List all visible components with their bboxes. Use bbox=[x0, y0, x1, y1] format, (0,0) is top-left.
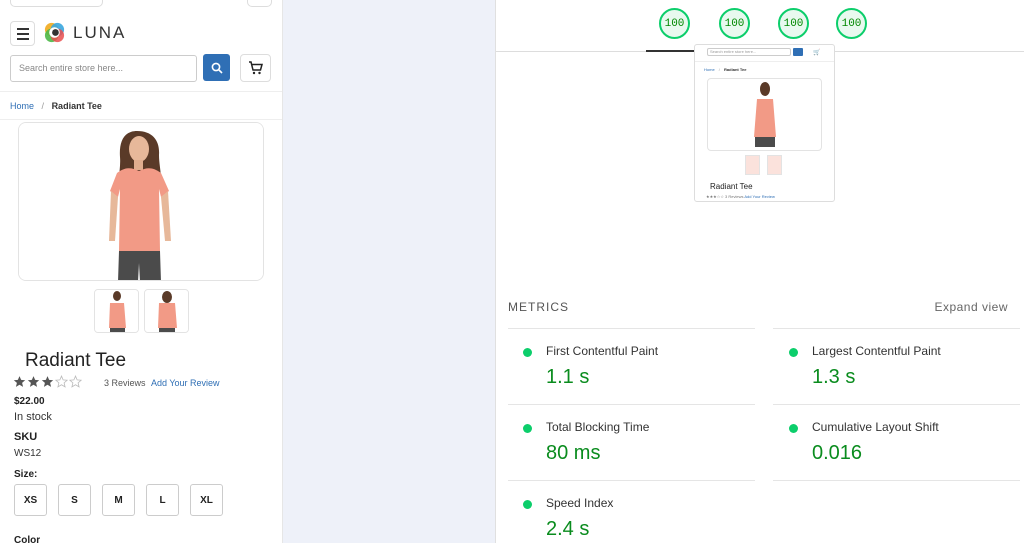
metric-value: 80 ms bbox=[546, 442, 601, 464]
header-divider bbox=[0, 91, 282, 92]
metric-divider bbox=[773, 480, 1020, 481]
lighthouse-report-panel: 100 100 100 100 Search entire store here… bbox=[495, 0, 1024, 543]
size-option-s[interactable]: S bbox=[58, 484, 91, 516]
thumb-reviews: 3 Reviews bbox=[725, 194, 744, 199]
breadcrumb: Home / Radiant Tee bbox=[10, 101, 102, 111]
thumb-thumbnail-2 bbox=[767, 155, 782, 175]
pass-status-icon bbox=[523, 500, 532, 509]
sku-value: WS12 bbox=[14, 448, 42, 459]
score-gauge-accessibility[interactable]: 100 bbox=[719, 8, 750, 39]
product-price: $22.00 bbox=[14, 396, 45, 407]
product-main-image[interactable] bbox=[18, 122, 264, 281]
size-option-l[interactable]: L bbox=[146, 484, 179, 516]
thumb-divider bbox=[695, 61, 834, 62]
thumb-product-title: Radiant Tee bbox=[710, 182, 753, 191]
thumb-add-review: Add Your Review bbox=[744, 194, 775, 199]
product-photo-woman-tee bbox=[19, 123, 263, 280]
brand-name: LUNA bbox=[73, 23, 127, 42]
thumb-product-photo bbox=[754, 82, 776, 147]
breadcrumb-current: Radiant Tee bbox=[51, 101, 102, 111]
cart-button[interactable] bbox=[240, 54, 271, 82]
thumb-breadcrumb-home: Home bbox=[704, 67, 715, 72]
thumb-photo-back bbox=[145, 290, 188, 332]
breadcrumb-home-link[interactable]: Home bbox=[10, 101, 34, 111]
size-option-xs[interactable]: XS bbox=[14, 484, 47, 516]
score-gauge-seo[interactable]: 100 bbox=[836, 8, 867, 39]
store-page-panel: LUNA Search entire store here... Home / … bbox=[0, 0, 283, 543]
final-screenshot-thumbnail[interactable]: Search entire store here... 🛒 Home / Rad… bbox=[694, 44, 835, 202]
metric-label: Cumulative Layout Shift bbox=[812, 420, 939, 434]
panel-gap bbox=[283, 0, 495, 543]
star-empty-icon bbox=[69, 375, 82, 388]
metric-divider bbox=[508, 480, 755, 481]
metric-value: 1.1 s bbox=[546, 366, 590, 388]
add-review-link[interactable]: Add Your Review bbox=[151, 378, 220, 388]
star-filled-icon bbox=[27, 376, 40, 387]
thumb-photo-front bbox=[95, 290, 138, 332]
metric-divider bbox=[773, 328, 1020, 329]
metric-label: First Contentful Paint bbox=[546, 344, 659, 358]
thumb-search-button bbox=[793, 48, 803, 56]
search-icon bbox=[211, 62, 223, 74]
metric-value: 2.4 s bbox=[546, 518, 590, 540]
rating-stars bbox=[13, 375, 82, 388]
product-thumbnail-front[interactable] bbox=[94, 289, 139, 333]
score-gauge-performance[interactable]: 100 bbox=[659, 8, 690, 39]
top-cropped-control[interactable] bbox=[10, 0, 103, 7]
stock-status: In stock bbox=[14, 411, 52, 423]
metric-label: Largest Contentful Paint bbox=[812, 344, 941, 358]
menu-icon[interactable] bbox=[10, 21, 35, 46]
thumb-thumbnail-1 bbox=[745, 155, 760, 175]
expand-view-toggle[interactable]: Expand view bbox=[934, 300, 1008, 314]
star-filled-icon bbox=[13, 376, 26, 387]
metric-divider bbox=[508, 328, 755, 329]
sku-label: SKU bbox=[14, 431, 38, 443]
pass-status-icon bbox=[523, 348, 532, 357]
thumb-product-image bbox=[707, 78, 822, 151]
score-gauge-best-practices[interactable]: 100 bbox=[778, 8, 809, 39]
thumb-search-input: Search entire store here... bbox=[707, 48, 791, 56]
pass-status-icon bbox=[523, 424, 532, 433]
cart-icon bbox=[249, 61, 263, 75]
reviews-link[interactable]: 3 Reviews bbox=[104, 378, 146, 388]
luna-logo-icon bbox=[44, 22, 65, 43]
breadcrumb-divider bbox=[0, 119, 282, 120]
product-thumbnail-back[interactable] bbox=[144, 289, 189, 333]
metric-value: 1.3 s bbox=[812, 366, 856, 388]
product-title: Radiant Tee bbox=[25, 350, 127, 371]
metric-divider bbox=[508, 404, 755, 405]
thumb-breadcrumb: Home / Radiant Tee bbox=[704, 67, 747, 72]
top-cropped-control-right[interactable] bbox=[247, 0, 272, 7]
pass-status-icon bbox=[789, 348, 798, 357]
thumb-cart-icon: 🛒 bbox=[813, 50, 821, 56]
breadcrumb-separator: / bbox=[41, 101, 45, 111]
size-option-xl[interactable]: XL bbox=[190, 484, 223, 516]
thumb-breadcrumb-current: Radiant Tee bbox=[724, 67, 747, 72]
metric-divider bbox=[773, 404, 1020, 405]
metric-label: Total Blocking Time bbox=[546, 420, 650, 434]
size-label: Size: bbox=[14, 469, 38, 480]
metric-label: Speed Index bbox=[546, 496, 614, 510]
metrics-heading: METRICS bbox=[508, 300, 569, 314]
metric-value: 0.016 bbox=[812, 442, 863, 464]
pass-status-icon bbox=[789, 424, 798, 433]
search-button[interactable] bbox=[203, 54, 230, 81]
thumb-rating-row: ★★★☆☆ 3 Reviews Add Your Review bbox=[706, 194, 775, 199]
search-input[interactable]: Search entire store here... bbox=[10, 55, 197, 82]
star-empty-icon bbox=[55, 375, 68, 388]
star-filled-icon bbox=[41, 376, 54, 387]
color-label: Color bbox=[14, 535, 41, 543]
size-option-m[interactable]: M bbox=[102, 484, 135, 516]
